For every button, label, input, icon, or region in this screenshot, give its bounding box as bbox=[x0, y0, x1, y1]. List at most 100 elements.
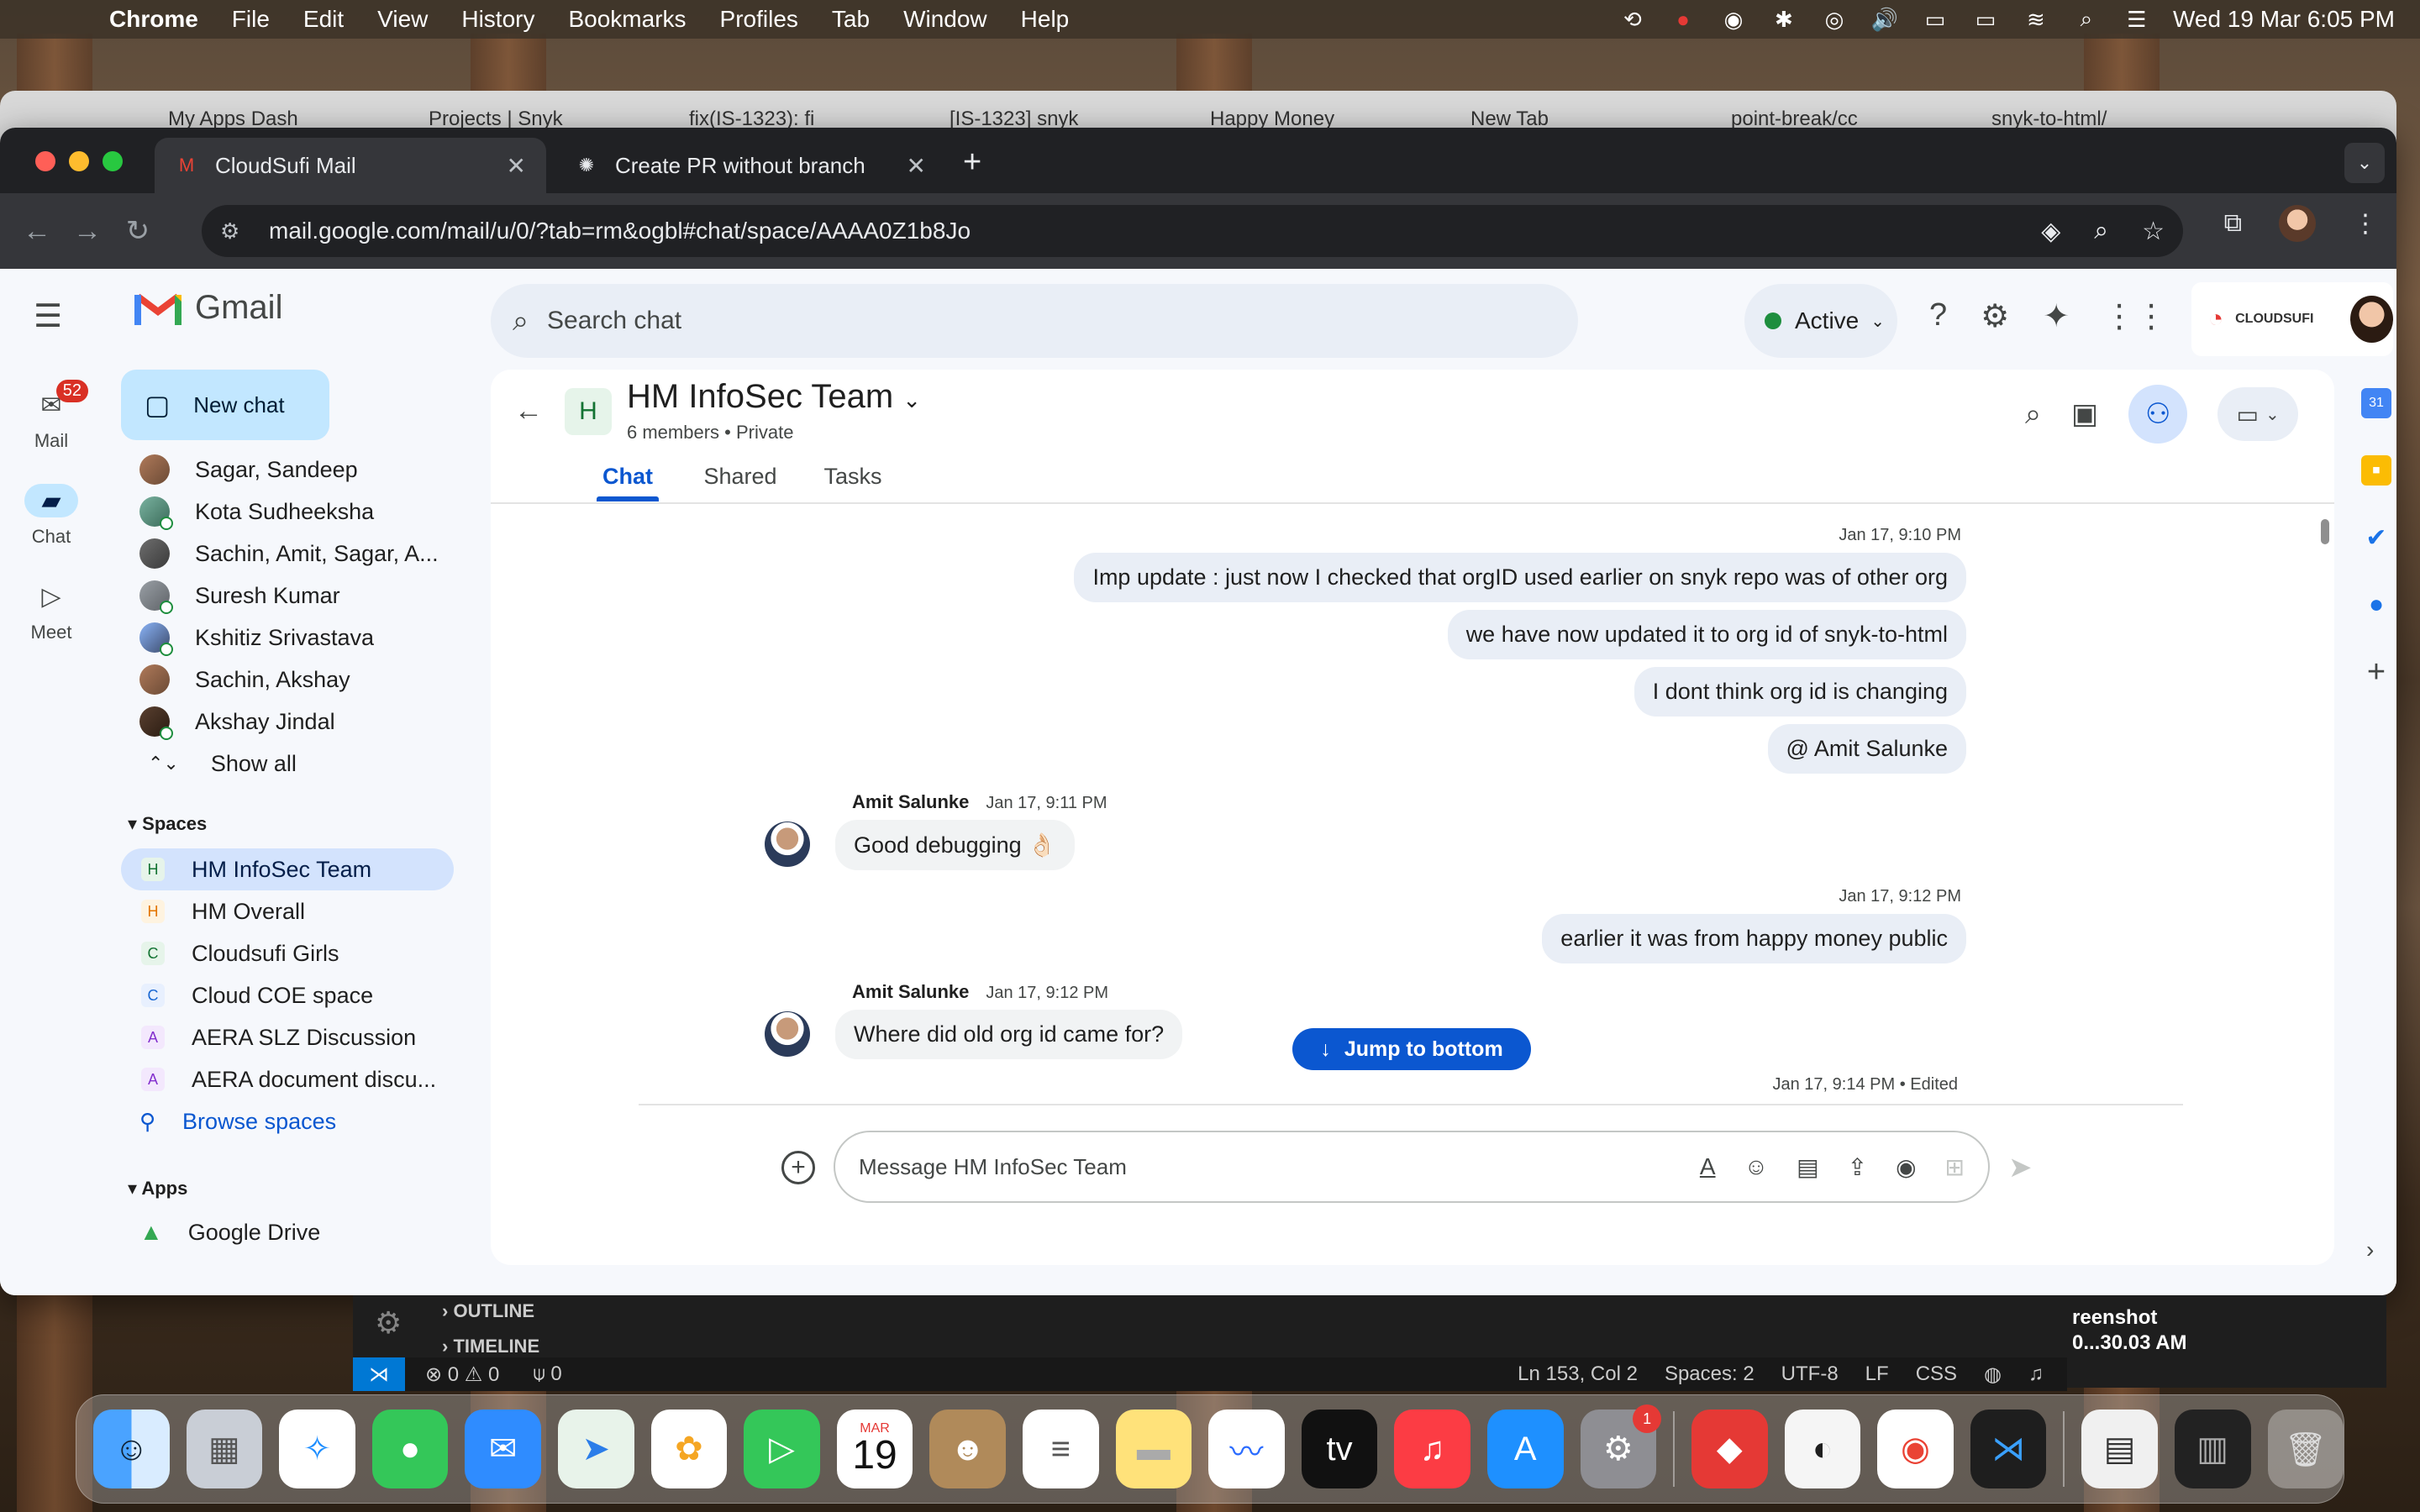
freeform-icon[interactable]: 〰 bbox=[1208, 1410, 1285, 1488]
mention-bubble[interactable]: @ Amit Salunke bbox=[1767, 724, 1966, 774]
settings-gear-icon[interactable]: ⚙ bbox=[375, 1305, 402, 1341]
settings-gear-icon[interactable]: ⚙ bbox=[1981, 297, 2009, 335]
reload-icon[interactable]: ↻ bbox=[113, 206, 163, 256]
back-arrow-icon[interactable]: ← bbox=[514, 395, 543, 428]
facetime-icon[interactable]: ▷ bbox=[744, 1410, 820, 1488]
encoding[interactable]: UTF-8 bbox=[1781, 1362, 1839, 1387]
show-all-button[interactable]: ⌃⌄ Show all bbox=[121, 743, 454, 785]
minimize-window-button[interactable] bbox=[69, 151, 89, 171]
members-count[interactable]: 6 members bbox=[627, 422, 719, 443]
bookmark-star-icon[interactable]: ☆ bbox=[2142, 217, 2165, 246]
launchpad-icon[interactable]: ▦ bbox=[186, 1410, 263, 1488]
expand-panel-chevron-icon[interactable]: › bbox=[2366, 1236, 2374, 1263]
copilot-icon[interactable]: ◍ bbox=[1984, 1362, 2002, 1387]
emoji-icon[interactable]: ☺ bbox=[1744, 1153, 1769, 1181]
calendar-app-icon[interactable]: MAR 19 bbox=[836, 1410, 913, 1488]
ports-indicator[interactable]: ⍦ 0 bbox=[533, 1362, 561, 1386]
new-tab-button[interactable]: + bbox=[963, 144, 981, 181]
add-addon-icon[interactable]: + bbox=[2361, 654, 2391, 690]
vscode-icon[interactable]: ⋊ bbox=[1970, 1410, 2047, 1488]
dm-item[interactable]: Sachin, Amit, Sagar, A... bbox=[121, 533, 454, 575]
tab-search-chevron-icon[interactable]: ⌄ bbox=[2344, 143, 2385, 183]
menu-view[interactable]: View bbox=[360, 6, 445, 33]
gemini-sparkle-icon[interactable]: ✦ bbox=[2043, 297, 2070, 335]
spaces-section-header[interactable]: ▾ Spaces bbox=[128, 813, 207, 835]
timeline-section[interactable]: › TIMELINE bbox=[442, 1336, 539, 1357]
antivirus-icon[interactable]: ● bbox=[1669, 7, 1697, 32]
notes-icon[interactable]: ▬ bbox=[1115, 1410, 1192, 1488]
cursor-position[interactable]: Ln 153, Col 2 bbox=[1518, 1362, 1638, 1387]
dm-item[interactable]: Sachin, Akshay bbox=[121, 659, 454, 701]
profile-avatar[interactable] bbox=[2279, 205, 2316, 242]
apps-section-header[interactable]: ▾ Apps bbox=[128, 1178, 187, 1200]
help-icon[interactable]: ? bbox=[1929, 297, 1947, 335]
browse-spaces-link[interactable]: ⚲ Browse spaces bbox=[121, 1100, 454, 1142]
bluetooth-icon[interactable]: ✱ bbox=[1770, 7, 1798, 32]
contacts-icon[interactable]: ● bbox=[2361, 590, 2391, 620]
close-window-button[interactable] bbox=[35, 151, 55, 171]
address-bar[interactable]: ⚙ mail.google.com/mail/u/0/?tab=rm&ogbl#… bbox=[202, 205, 2183, 257]
space-item[interactable]: A AERA document discu... bbox=[121, 1058, 454, 1100]
space-item[interactable]: A AERA SLZ Discussion bbox=[121, 1016, 454, 1058]
tab-cloudsufi-mail[interactable]: M CloudSufi Mail ✕ bbox=[155, 138, 546, 193]
add-attachment-icon[interactable]: + bbox=[781, 1151, 815, 1184]
calendar-icon[interactable]: 31 bbox=[2361, 388, 2391, 418]
apps-grid-icon[interactable]: ⋮⋮ bbox=[2103, 297, 2167, 335]
members-panel-icon[interactable]: ⚇ bbox=[2128, 385, 2188, 444]
format-text-icon[interactable]: A bbox=[1700, 1153, 1716, 1181]
wifi-icon[interactable]: ≋ bbox=[2022, 7, 2050, 32]
upload-icon[interactable]: ⇪ bbox=[1848, 1153, 1867, 1181]
back-arrow-icon[interactable]: ← bbox=[12, 206, 62, 256]
close-tab-icon[interactable]: ✕ bbox=[907, 152, 926, 180]
vpn-icon[interactable]: ⟲ bbox=[1618, 7, 1647, 32]
tab-tasks[interactable]: Tasks bbox=[797, 464, 909, 501]
google-chrome-icon[interactable]: ◉ bbox=[1877, 1410, 1954, 1488]
pop-out-icon[interactable]: ▣ bbox=[2071, 397, 2098, 431]
space-item[interactable]: C Cloud COE space bbox=[121, 974, 454, 1016]
dm-item[interactable]: Suresh Kumar bbox=[121, 575, 454, 617]
desktop-file-label[interactable]: reenshot 0...30.03 AM bbox=[2072, 1305, 2187, 1356]
tab-shared[interactable]: Shared bbox=[684, 464, 797, 501]
search-in-space-icon[interactable]: ⌕ bbox=[2025, 398, 2041, 431]
space-item[interactable]: C Cloudsufi Girls bbox=[121, 932, 454, 974]
tab-chat[interactable]: Chat bbox=[571, 464, 684, 501]
close-tab-icon[interactable]: ✕ bbox=[507, 152, 526, 180]
tasks-icon[interactable]: ✔ bbox=[2361, 522, 2391, 553]
remote-icon[interactable]: ⋊ bbox=[353, 1357, 405, 1391]
contacts-app-icon[interactable]: ☻ bbox=[929, 1410, 1006, 1488]
airdrop-icon[interactable]: ◎ bbox=[1820, 7, 1849, 32]
dm-item[interactable]: Sagar, Sandeep bbox=[121, 449, 454, 491]
language-mode[interactable]: CSS bbox=[1916, 1362, 1957, 1387]
send-icon[interactable]: ➤ bbox=[2008, 1151, 2033, 1184]
anydesk-icon[interactable]: ◆ bbox=[1691, 1410, 1768, 1488]
chrome-menu-icon[interactable]: ⋮ bbox=[2353, 209, 2378, 239]
message-bubble[interactable]: earlier it was from happy money public bbox=[1542, 914, 1966, 963]
problems-indicator[interactable]: ⊗ 0 ⚠ 0 bbox=[425, 1362, 499, 1387]
recent-document-icon[interactable]: ▤ bbox=[2081, 1410, 2158, 1488]
messages-icon[interactable]: ● bbox=[371, 1410, 449, 1488]
space-item[interactable]: H HM Overall bbox=[121, 890, 454, 932]
zoom-icon[interactable]: ⌕ bbox=[2094, 217, 2108, 246]
space-item[interactable]: H HM InfoSec Team bbox=[121, 848, 454, 890]
volume-icon[interactable]: 🔊 bbox=[1870, 7, 1899, 32]
message-bubble[interactable]: Where did old org id came for? bbox=[835, 1010, 1183, 1059]
finder-icon[interactable]: ☺ bbox=[93, 1410, 170, 1488]
message-bubble[interactable]: Good debugging 👌🏻 bbox=[835, 820, 1075, 870]
notifications-bell-icon[interactable]: ♫ bbox=[2028, 1362, 2044, 1387]
rail-mail[interactable]: ✉ 52 Mail bbox=[0, 380, 103, 452]
sender-avatar[interactable] bbox=[765, 1011, 810, 1057]
indentation[interactable]: Spaces: 2 bbox=[1665, 1362, 1754, 1387]
message-bubble[interactable]: I dont think org id is changing bbox=[1634, 667, 1966, 717]
menu-edit[interactable]: Edit bbox=[287, 6, 360, 33]
menu-help[interactable]: Help bbox=[1004, 6, 1086, 33]
dm-item[interactable]: Kota Sudheeksha bbox=[121, 491, 454, 533]
video-call-button[interactable]: ▭ ⌄ bbox=[2217, 387, 2299, 441]
battery-icon[interactable]: ▭ bbox=[1971, 7, 2000, 32]
menu-tab[interactable]: Tab bbox=[815, 6, 886, 33]
mail-app-icon[interactable]: ✉ bbox=[465, 1410, 541, 1488]
gif-icon[interactable]: ▤ bbox=[1797, 1153, 1818, 1181]
spotlight-search-icon[interactable]: ⌕ bbox=[2072, 6, 2101, 32]
scrollbar-thumb[interactable] bbox=[2321, 519, 2329, 544]
menu-bookmarks[interactable]: Bookmarks bbox=[551, 6, 702, 33]
display-icon[interactable]: ▭ bbox=[1921, 7, 1949, 32]
